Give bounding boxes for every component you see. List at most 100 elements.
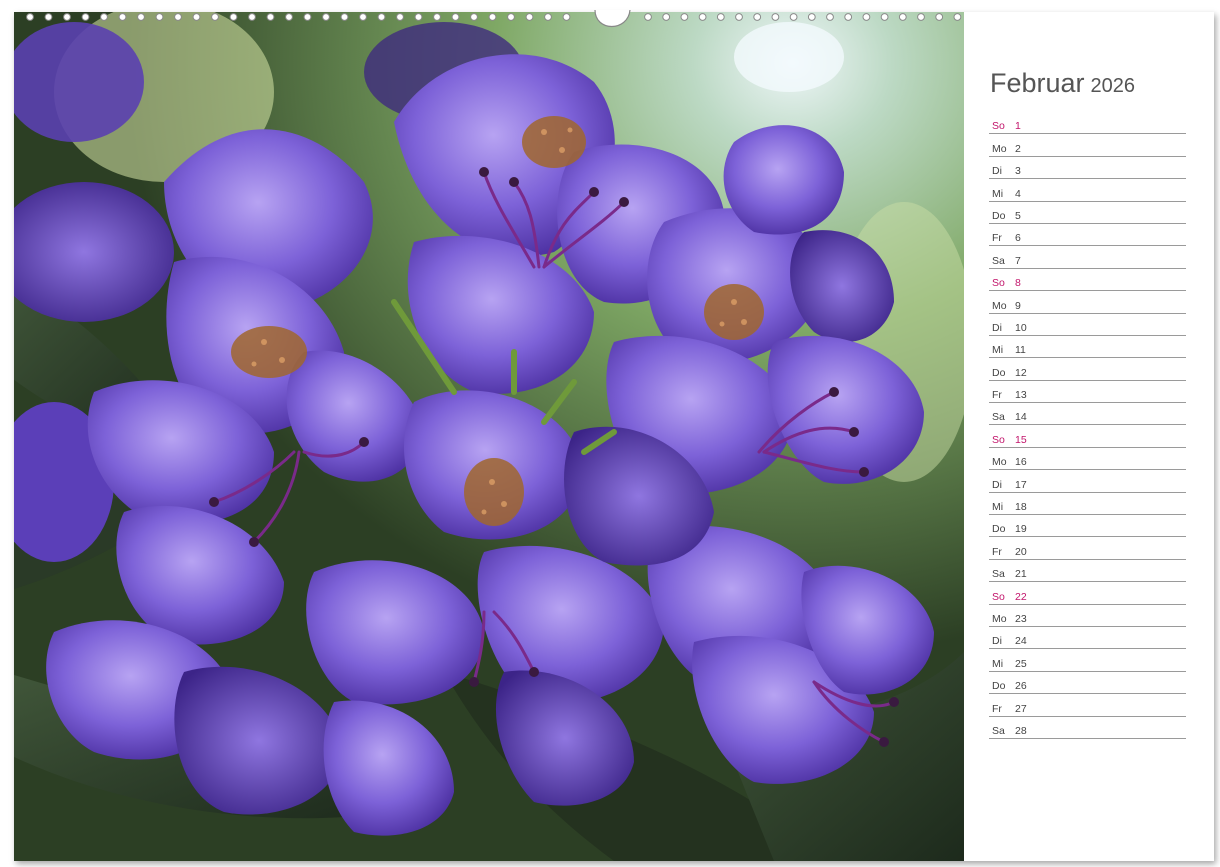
binding-ring [898, 13, 907, 21]
binding-ring [716, 13, 725, 21]
binding-ring [826, 13, 834, 21]
binding-ring [26, 13, 34, 21]
weekday-label: Di [992, 165, 1002, 178]
day-number: 16 [1015, 456, 1027, 469]
year: 2026 [1090, 75, 1136, 97]
day-number: 27 [1015, 702, 1027, 715]
binding-rings-left [26, 13, 571, 21]
binding-ring [789, 13, 798, 21]
binding-ring [807, 13, 816, 21]
day-row: Sa 21 [989, 560, 1186, 583]
binding-ring [44, 13, 53, 21]
binding-ring [771, 13, 780, 21]
day-row: Sa 14 [989, 403, 1186, 426]
day-number: 7 [1015, 254, 1021, 267]
weekday-label: Di [992, 478, 1002, 491]
binding-ring [63, 13, 71, 21]
day-row: So 8 [989, 269, 1186, 292]
binding-ring [544, 13, 552, 21]
binding-ring [340, 13, 349, 21]
day-row: Do 5 [989, 202, 1186, 224]
weekday-label: Fr [992, 389, 1002, 402]
binding-ring [248, 13, 256, 21]
weekday-label: Mi [992, 187, 1004, 200]
day-number: 11 [1015, 344, 1026, 357]
binding-ring [662, 13, 671, 21]
month-heading: Februar 2026 [990, 68, 1135, 99]
binding-ring [507, 13, 515, 21]
binding-ring [359, 13, 367, 21]
binding-ring [880, 13, 889, 21]
day-row: Do 26 [989, 672, 1186, 695]
day-row: Mo 9 [989, 291, 1186, 314]
weekday-label: Fr [992, 702, 1002, 715]
weekday-label: Fr [992, 545, 1002, 558]
weekday-label: Mi [992, 501, 1004, 514]
day-row: Do 12 [989, 358, 1186, 381]
weekday-label: Do [992, 523, 1006, 536]
day-row: So 15 [989, 425, 1186, 448]
day-row: Mi 25 [989, 649, 1186, 672]
binding-ring [680, 13, 689, 21]
day-number: 12 [1015, 366, 1027, 379]
binding-ring [735, 13, 743, 21]
weekday-label: Do [992, 680, 1006, 693]
day-number: 1 [1015, 120, 1021, 133]
day-number: 17 [1015, 478, 1027, 491]
day-row: Fr 20 [989, 537, 1186, 560]
binding-ring [137, 13, 145, 21]
weekday-label: Di [992, 635, 1002, 648]
binding-ring [862, 13, 871, 21]
weekday-label: Sa [992, 724, 1005, 737]
binding-ring [81, 13, 90, 21]
binding-ring [562, 13, 571, 21]
day-row: Di 17 [989, 470, 1186, 493]
day-number: 25 [1015, 657, 1027, 670]
binding-ring [433, 13, 441, 21]
day-number: 20 [1015, 545, 1027, 558]
binding-ring [174, 13, 182, 21]
binding-ring [303, 13, 312, 21]
binding-ring [698, 13, 707, 21]
weekday-label: Sa [992, 254, 1005, 267]
weekday-label: So [992, 277, 1005, 290]
day-row: Sa 28 [989, 717, 1186, 739]
day-number: 13 [1015, 389, 1027, 402]
day-number: 18 [1015, 501, 1027, 514]
weekday-label: Do [992, 209, 1006, 222]
day-number: 22 [1015, 590, 1027, 603]
day-number: 3 [1015, 165, 1021, 178]
day-row: Fr 27 [989, 694, 1186, 717]
day-number: 6 [1015, 232, 1021, 245]
day-row: Mi 11 [989, 336, 1186, 359]
calendar-page: Februar 2026 So 1 Mo 2 Di 3 Mi 4 Do 5 Fr 6 Sa 7 So 8 Mo 9 D… [0, 0, 1220, 867]
binding-ring [396, 13, 404, 21]
weekday-label: Mi [992, 657, 1004, 670]
day-number: 15 [1015, 433, 1027, 446]
hanger-hook [594, 10, 631, 27]
weekday-label: So [992, 590, 1005, 603]
binding-ring [266, 13, 275, 21]
binding-ring [470, 13, 478, 21]
day-row: Mo 23 [989, 605, 1186, 627]
weekday-label: Mo [992, 456, 1007, 469]
binding-ring [753, 13, 762, 21]
day-row: Fr 6 [989, 224, 1186, 247]
weekday-label: Mo [992, 142, 1007, 155]
day-row: Mo 16 [989, 448, 1186, 471]
day-number: 26 [1015, 680, 1027, 693]
day-row: Mi 18 [989, 493, 1186, 516]
binding-ring [451, 13, 460, 21]
binding-ring [155, 13, 164, 21]
binding-ring [285, 13, 293, 21]
day-row: Sa 7 [989, 246, 1186, 269]
month-name: Februar [990, 68, 1085, 98]
binding-ring [644, 13, 652, 21]
day-row: Di 10 [989, 314, 1186, 336]
weekday-label: Mi [992, 344, 1004, 357]
day-number: 8 [1015, 277, 1021, 290]
weekday-label: Mo [992, 299, 1007, 312]
day-number: 4 [1015, 187, 1021, 200]
day-number: 10 [1015, 321, 1027, 334]
binding-ring [488, 13, 497, 21]
